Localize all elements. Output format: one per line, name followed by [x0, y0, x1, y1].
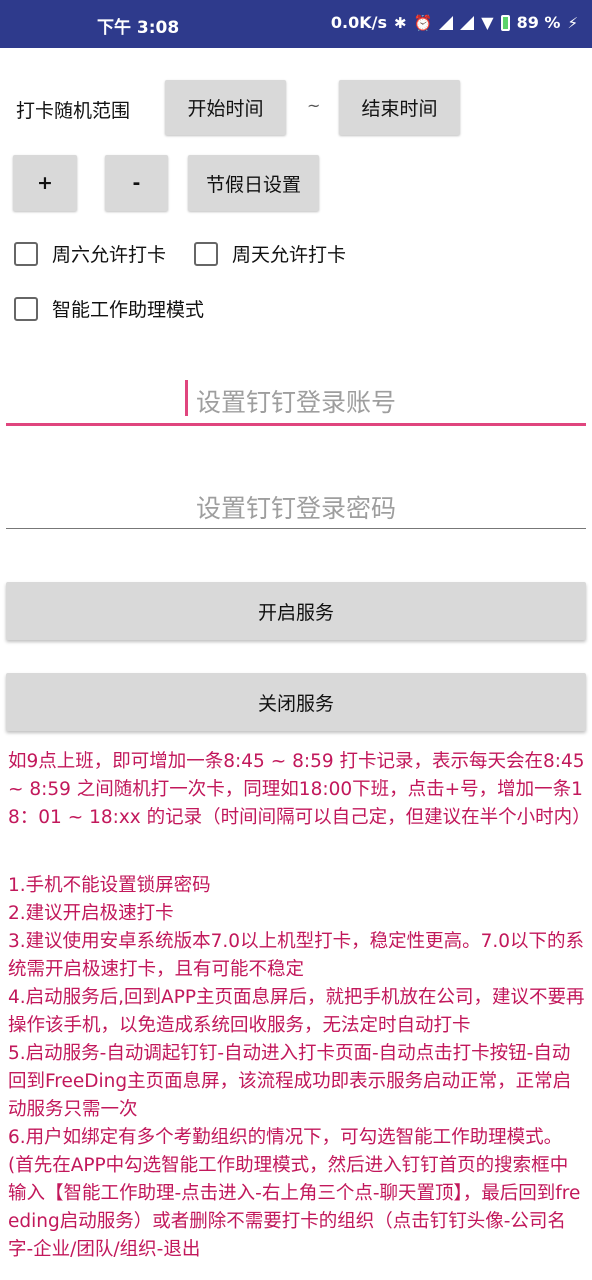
- sunday-checkbox-row[interactable]: 周天允许打卡: [194, 240, 346, 267]
- smart-mode-label: 智能工作助理模式: [52, 299, 205, 321]
- signal-1-icon: [439, 15, 454, 30]
- remove-record-button[interactable]: -: [105, 155, 168, 211]
- bluetooth-icon: ✱: [394, 13, 407, 32]
- battery-icon: [500, 14, 510, 31]
- signal-2-icon: [460, 15, 475, 30]
- note-item: 2.建议开启极速打卡: [8, 903, 174, 924]
- range-label: 打卡随机范围: [16, 100, 131, 122]
- status-bar: 下午 3:08 0.0K/s ✱ ⏰ ▼ 89 % ⚡: [0, 0, 592, 48]
- charging-icon: ⚡: [567, 13, 578, 32]
- saturday-checkbox-row[interactable]: 周六允许打卡: [14, 240, 166, 267]
- sunday-label: 周天允许打卡: [232, 244, 347, 266]
- holiday-settings-button[interactable]: 节假日设置: [188, 155, 319, 211]
- sunday-checkbox[interactable]: [194, 241, 218, 266]
- account-underline: [6, 423, 586, 426]
- saturday-checkbox[interactable]: [14, 241, 38, 266]
- stop-service-button[interactable]: 关闭服务: [6, 673, 586, 731]
- range-separator: ~: [307, 96, 321, 115]
- smart-mode-checkbox[interactable]: [14, 296, 38, 321]
- password-underline: [6, 528, 586, 529]
- account-input[interactable]: 设置钉钉登录账号: [6, 383, 586, 419]
- start-time-button[interactable]: 开始时间: [165, 80, 286, 135]
- note-item: 3.建议使用安卓系统版本7.0以上机型打卡，稳定性更高。7.0以下的系统需开启极…: [8, 931, 584, 980]
- note-item: 5.启动服务-自动调起钉钉-自动进入打卡页面-自动点击打卡按钮-自动回到Free…: [8, 1043, 572, 1120]
- saturday-label: 周六允许打卡: [52, 244, 167, 266]
- start-service-button[interactable]: 开启服务: [6, 582, 586, 640]
- note-item: 4.启动服务后,回到APP主页面息屏后，就把手机放在公司，建议不要再操作该手机，…: [8, 987, 585, 1036]
- battery-level: 89 %: [516, 13, 561, 32]
- notes-list: 1.手机不能设置锁屏密码 2.建议开启极速打卡 3.建议使用安卓系统版本7.0以…: [8, 872, 586, 1280]
- alarm-icon: ⏰: [413, 13, 433, 32]
- status-icons: 0.0K/s ✱ ⏰ ▼ 89 % ⚡: [331, 13, 578, 32]
- note-item: 6.用户如绑定有多个考勤组织的情况下，可勾选智能工作助理模式。(首先在APP中勾…: [8, 1127, 581, 1260]
- password-input[interactable]: 设置钉钉登录密码: [6, 489, 586, 525]
- smart-mode-checkbox-row[interactable]: 智能工作助理模式: [14, 295, 204, 322]
- add-record-button[interactable]: +: [13, 155, 77, 211]
- intro-text: 如9点上班，即可增加一条8:45 ~ 8:59 打卡记录，表示每天会在8:45 …: [8, 751, 591, 828]
- note-item: 1.手机不能设置锁屏密码: [8, 875, 211, 896]
- end-time-button[interactable]: 结束时间: [339, 80, 460, 135]
- status-time: 下午 3:08: [97, 18, 180, 38]
- net-speed: 0.0K/s: [330, 13, 387, 32]
- wifi-icon: ▼: [481, 12, 494, 32]
